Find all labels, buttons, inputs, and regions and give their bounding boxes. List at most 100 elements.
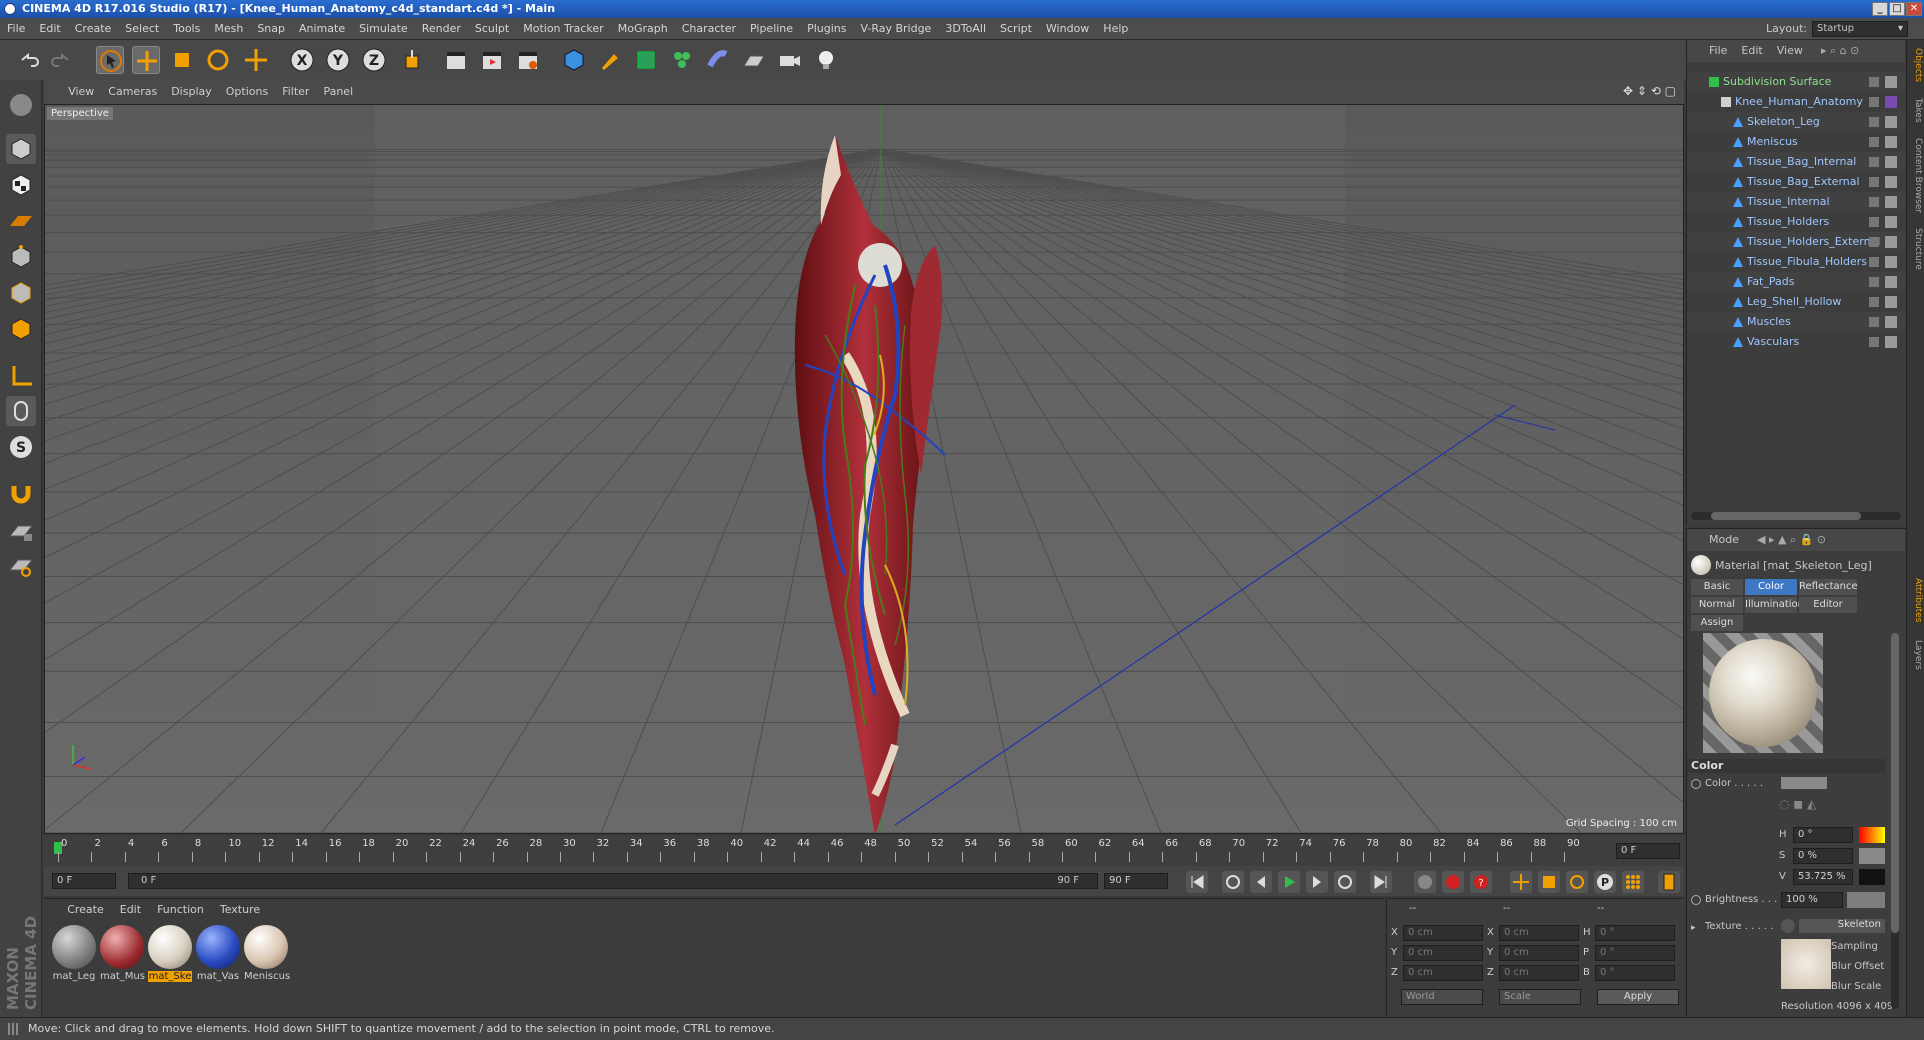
object-visibility-icon[interactable] [1869, 137, 1879, 147]
cube-primitive-button[interactable] [560, 46, 588, 74]
play-button[interactable] [1278, 871, 1300, 893]
transform-tool-button[interactable] [242, 46, 270, 74]
viewport-menu-display[interactable]: Display [164, 80, 219, 104]
undo-button[interactable] [14, 46, 42, 74]
menu-mograph[interactable]: MoGraph [611, 18, 675, 40]
attribute-tab-editor[interactable]: Editor [1799, 597, 1857, 613]
floor-button[interactable] [740, 46, 768, 74]
model-mode-button[interactable] [6, 134, 36, 164]
object-tag-icon[interactable] [1885, 96, 1897, 108]
viewport-menu-view[interactable]: View [61, 80, 101, 104]
previous-frame-button[interactable] [1250, 871, 1272, 893]
max-frame-field[interactable]: 90 F [1104, 873, 1168, 889]
coord-field-y[interactable]: 0 cm [1499, 945, 1579, 961]
menu-v-ray-bridge[interactable]: V-Ray Bridge [853, 18, 938, 40]
object-tag-icon[interactable] [1885, 236, 1897, 248]
texture-name-field[interactable]: Skeleton [1799, 919, 1885, 933]
coord-field-x[interactable]: 0 cm [1499, 925, 1579, 941]
color-swatch[interactable] [1781, 777, 1827, 789]
side-tab-layers[interactable]: Layers [1909, 640, 1923, 670]
preview-range-slider[interactable]: 0 F 90 F [128, 873, 1098, 889]
menu-simulate[interactable]: Simulate [352, 18, 415, 40]
brightness-field[interactable]: 100 % [1781, 892, 1843, 908]
object-row-knee-human-anatomy[interactable]: Knee_Human_Anatomy [1687, 92, 1905, 112]
object-visibility-icon[interactable] [1869, 297, 1879, 307]
saturation-field[interactable]: 0 % [1793, 848, 1853, 864]
texture-menu-button[interactable] [1781, 919, 1795, 933]
material-menu-function[interactable]: Function [149, 899, 212, 921]
brightness-animate-icon[interactable] [1691, 895, 1701, 905]
texture-mode-button[interactable] [6, 170, 36, 200]
coordinate-system-button[interactable] [398, 46, 426, 74]
object-row-tissue-internal[interactable]: Tissue_Internal [1687, 192, 1905, 212]
position-key-button[interactable] [1510, 871, 1532, 893]
object-tag-icon[interactable] [1885, 296, 1897, 308]
viewport-menu-options[interactable]: Options [219, 80, 275, 104]
autokey-button[interactable] [1442, 871, 1464, 893]
min-frame-field[interactable]: 0 F [52, 873, 116, 889]
menu-character[interactable]: Character [675, 18, 743, 40]
menu-create[interactable]: Create [68, 18, 119, 40]
attribute-mode-menu[interactable]: Mode [1709, 529, 1739, 551]
scale-key-button[interactable] [1538, 871, 1560, 893]
attribute-tab-reflectance[interactable]: Reflectance [1799, 579, 1858, 595]
material-mat-vas[interactable]: mat_Vas [196, 925, 240, 982]
color-picker-mode-icons[interactable]: ◌ ◼ ◭ [1779, 797, 1816, 811]
side-tab-attributes[interactable]: Attributes [1909, 578, 1923, 622]
attribute-tab-assign[interactable]: Assign [1691, 615, 1743, 631]
redo-button[interactable] [48, 46, 76, 74]
workplane-button[interactable] [6, 206, 36, 236]
attribute-tab-color[interactable]: Color [1745, 579, 1797, 595]
x-axis-button[interactable]: X [288, 46, 316, 74]
object-row-tissue-fibula-holders[interactable]: Tissue_Fibula_Holders [1687, 252, 1905, 272]
parameter-key-button[interactable]: P [1594, 871, 1616, 893]
object-row-tissue-holders-external[interactable]: Tissue_Holders_External [1687, 232, 1905, 252]
move-tool-button[interactable] [132, 46, 160, 74]
tweak-mode-button[interactable] [6, 396, 36, 426]
attribute-scrollbar[interactable] [1891, 633, 1899, 1009]
object-tag-icon[interactable] [1885, 176, 1897, 188]
hue-slider[interactable] [1859, 827, 1885, 843]
object-tag-icon[interactable] [1885, 116, 1897, 128]
value-slider[interactable] [1859, 869, 1885, 885]
object-visibility-icon[interactable] [1869, 77, 1879, 87]
planar-workplane-button[interactable] [6, 550, 36, 580]
render-to-picture-viewer-button[interactable] [478, 46, 506, 74]
coord-field-z[interactable]: 0 cm [1499, 965, 1579, 981]
object-visibility-icon[interactable] [1869, 97, 1879, 107]
live-selection-button[interactable] [96, 46, 124, 74]
object-row-muscles[interactable]: Muscles [1687, 312, 1905, 332]
menu-animate[interactable]: Animate [292, 18, 352, 40]
object-tag-icon[interactable] [1885, 216, 1897, 228]
render-settings-button[interactable] [514, 46, 542, 74]
object-row-skeleton-leg[interactable]: Skeleton_Leg [1687, 112, 1905, 132]
side-tab-takes[interactable]: Takes [1909, 98, 1923, 123]
object-visibility-icon[interactable] [1869, 117, 1879, 127]
viewport-menu-cameras[interactable]: Cameras [101, 80, 164, 104]
object-row-meniscus[interactable]: Meniscus [1687, 132, 1905, 152]
viewport-menu-filter[interactable]: Filter [275, 80, 316, 104]
object-visibility-icon[interactable] [1869, 337, 1879, 347]
render-view-button[interactable] [442, 46, 470, 74]
light-button[interactable] [812, 46, 840, 74]
menu-file[interactable]: File [0, 18, 32, 40]
object-visibility-icon[interactable] [1869, 177, 1879, 187]
edges-mode-button[interactable] [6, 278, 36, 308]
object-row-vasculars[interactable]: Vasculars [1687, 332, 1905, 352]
scale-tool-button[interactable] [168, 46, 196, 74]
menu-motion-tracker[interactable]: Motion Tracker [516, 18, 610, 40]
menu-snap[interactable]: Snap [250, 18, 292, 40]
object-tag-icon[interactable] [1885, 256, 1897, 268]
deformer-button[interactable] [704, 46, 732, 74]
material-meniscus[interactable]: Meniscus [244, 925, 290, 982]
viewport-menu-panel[interactable]: Panel [316, 80, 360, 104]
menu-window[interactable]: Window [1039, 18, 1096, 40]
previous-key-button[interactable] [1222, 871, 1244, 893]
object-tag-icon[interactable] [1885, 76, 1897, 88]
object-menu-edit[interactable]: Edit [1741, 44, 1762, 57]
object-tag-icon[interactable] [1885, 156, 1897, 168]
coordinate-mode-select[interactable]: Scale [1499, 989, 1581, 1005]
object-tag-icon[interactable] [1885, 316, 1897, 328]
perspective-viewport[interactable]: Perspective Grid Spacing : 100 cm [44, 104, 1684, 834]
coord-field-y[interactable]: 0 cm [1403, 945, 1483, 961]
